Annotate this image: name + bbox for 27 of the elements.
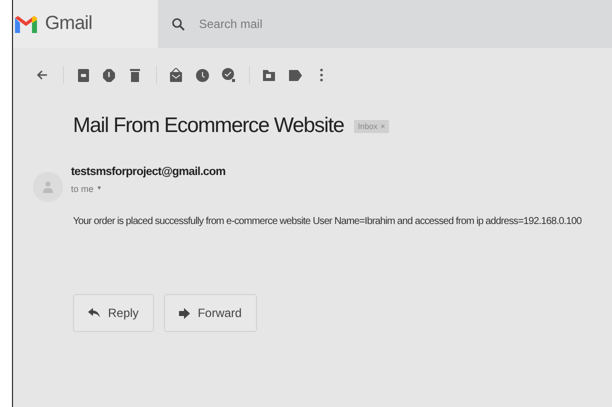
person-icon <box>43 181 53 193</box>
clock-icon <box>196 68 208 82</box>
snooze-button[interactable] <box>193 66 211 84</box>
archive-icon <box>78 68 88 82</box>
task-icon <box>222 68 234 82</box>
reply-icon <box>88 308 100 318</box>
report-button[interactable] <box>100 66 118 84</box>
envelope-icon <box>170 68 182 82</box>
search-icon <box>172 18 185 30</box>
back-arrow-icon <box>36 69 48 81</box>
email-subject: Mail From Ecommerce Website <box>73 114 344 138</box>
label-text: Inbox <box>358 122 378 130</box>
task-button[interactable] <box>219 66 237 84</box>
folder-icon <box>263 69 275 81</box>
gmail-logo <box>15 16 37 32</box>
reply-button[interactable]: Reply <box>73 294 154 332</box>
trash-icon <box>130 68 140 82</box>
report-icon <box>103 68 115 82</box>
more-icon <box>320 68 322 82</box>
label-icon <box>288 70 302 80</box>
sender-email: testsmsforproject@gmail.com <box>71 166 226 178</box>
mark-button[interactable] <box>167 66 185 84</box>
search-field[interactable]: Search mail <box>197 16 401 32</box>
forward-icon <box>178 308 190 318</box>
forward-button[interactable]: Forward <box>164 294 257 332</box>
email-body: Your order is placed successfully from e-commerce website User Name=Ibrahim and accessed from ip address=192.168.0.100 <box>73 216 582 227</box>
app-name: Gmail <box>45 13 92 35</box>
